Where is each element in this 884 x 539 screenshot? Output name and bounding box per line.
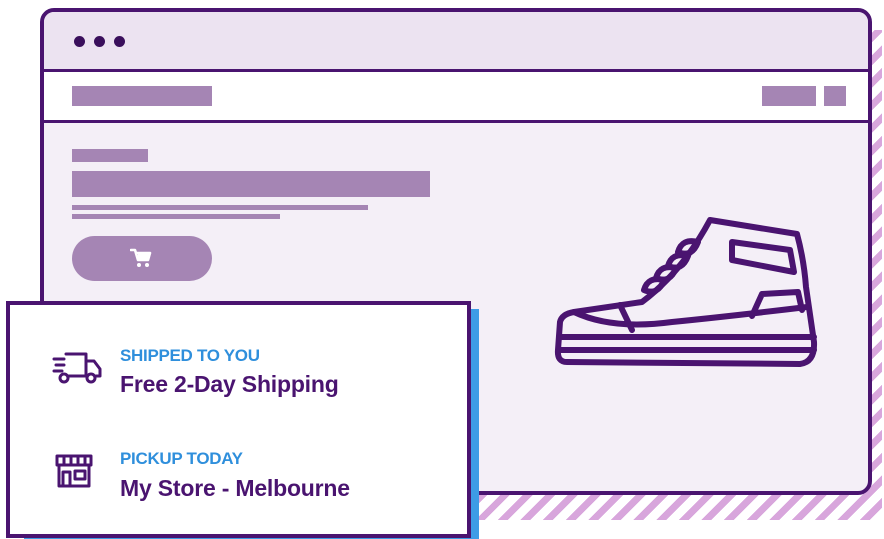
delivery-truck-icon — [52, 352, 102, 384]
sneaker-icon — [554, 217, 818, 367]
window-titlebar — [44, 12, 868, 72]
pickup-kicker: PICKUP TODAY — [120, 449, 243, 468]
window-dot — [114, 36, 125, 47]
product-title-placeholder — [72, 171, 430, 197]
storefront-icon — [55, 454, 93, 488]
add-to-cart-button[interactable] — [72, 236, 212, 281]
shopping-cart-icon — [130, 248, 152, 267]
shipping-title: Free 2-Day Shipping — [120, 371, 339, 397]
pickup-title: My Store - Melbourne — [120, 475, 350, 501]
logo-placeholder — [72, 86, 212, 106]
description-line-placeholder — [72, 214, 280, 219]
description-line-placeholder — [72, 205, 368, 210]
window-dot — [74, 36, 85, 47]
site-header — [44, 72, 868, 123]
nav-link-placeholder[interactable] — [762, 86, 816, 106]
shipping-kicker: SHIPPED TO YOU — [120, 346, 260, 365]
category-placeholder — [72, 149, 148, 162]
nav-link-placeholder[interactable] — [824, 86, 846, 106]
window-dot — [94, 36, 105, 47]
fulfillment-options-card: SHIPPED TO YOU Free 2-Day Shipping PICKU… — [6, 301, 471, 538]
